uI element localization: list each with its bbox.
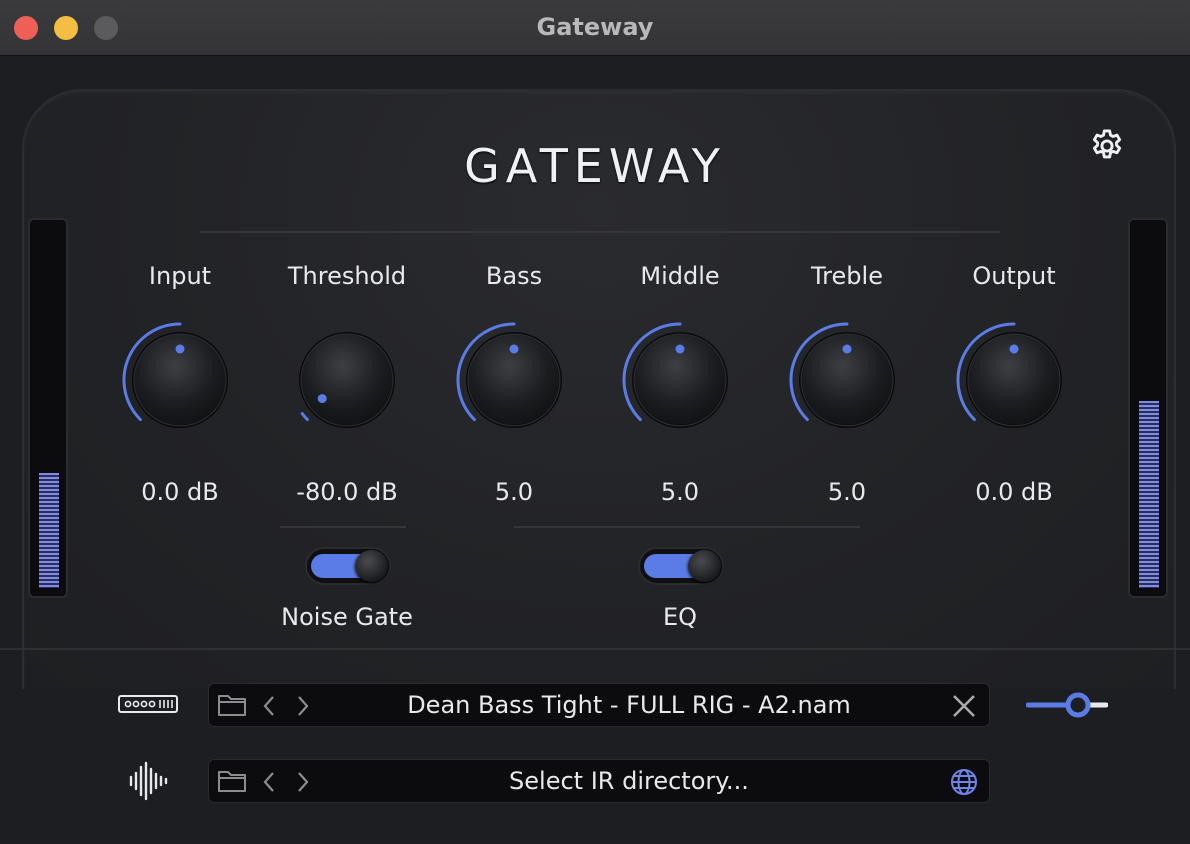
logo-divider [200,231,1000,233]
toggle-thumb [688,550,721,582]
title-bar: Gateway [0,0,1190,56]
input-knob[interactable] [120,320,240,440]
panel-divider [0,648,1190,650]
globe-icon[interactable] [949,767,979,797]
output-knob[interactable] [954,320,1074,440]
gear-icon[interactable] [1088,127,1126,165]
knob-label: Output [972,262,1056,290]
output-meter-fill [1139,401,1159,588]
knob-arc [300,412,309,422]
eq-label: EQ [662,603,698,631]
knob-indicator [509,344,519,354]
chevron-right-icon[interactable] [295,770,311,794]
knob-indicator [842,344,852,354]
knob-value: 5.0 [827,478,867,506]
knob-value: 5.0 [660,478,700,506]
threshold-knob[interactable] [287,320,407,440]
knob-group-input: Input 0.0 dB [97,262,263,512]
knob-label: Input [148,262,212,290]
knob-group-output: Output 0.0 dB [931,262,1097,512]
chevron-left-icon[interactable] [261,694,277,718]
knob-label: Treble [811,262,883,290]
plugin-body: GATEWAY Input 0.0 dB Threshold -80.0 dB … [0,57,1190,844]
amp-model-icon [118,695,178,713]
ir-file-row: Select IR directory... [208,759,990,803]
knob-group-treble: Treble 5.0 [764,262,930,512]
input-level-meter [28,218,68,598]
eq-section-divider [514,526,860,528]
close-icon[interactable] [949,691,979,721]
plugin-logo: GATEWAY [464,139,726,193]
knob-label: Middle [640,262,720,290]
knob-group-middle: Middle 5.0 [597,262,763,512]
folder-icon[interactable] [217,692,247,718]
output-level-meter [1128,218,1168,598]
bass-knob[interactable] [454,320,574,440]
knob-indicator [675,344,685,354]
knob-value: 0.0 dB [975,478,1053,506]
model-file-row: Dean Bass Tight - FULL RIG - A2.nam [208,683,990,727]
treble-knob[interactable] [787,320,907,440]
chevron-left-icon[interactable] [261,770,277,794]
noise-gate-label: Noise Gate [281,603,413,631]
knob-body [300,333,394,427]
toggle-thumb [355,550,388,582]
knob-value: -80.0 dB [296,478,398,506]
knob-value: 0.0 dB [141,478,219,506]
knob-label: Threshold [287,262,407,290]
chevron-right-icon[interactable] [295,694,311,718]
calibration-slider-icon[interactable] [1026,687,1108,723]
knob-group-threshold: Threshold -80.0 dB [264,262,430,512]
knob-group-bass: Bass 5.0 [431,262,597,512]
waveform-icon [129,761,168,801]
knob-indicator [1009,344,1019,354]
gate-section-divider [280,526,406,528]
input-meter-fill [39,473,59,588]
knob-label: Bass [485,262,543,290]
middle-knob[interactable] [620,320,740,440]
knob-indicator [317,394,327,404]
window-title: Gateway [536,13,654,41]
noise-gate-toggle[interactable] [305,547,391,585]
knob-value: 5.0 [494,478,534,506]
knob-indicator [175,344,185,354]
model-file-name[interactable]: Dean Bass Tight - FULL RIG - A2.nam [319,684,939,728]
eq-toggle[interactable] [638,547,724,585]
folder-icon[interactable] [217,768,247,794]
ir-file-name[interactable]: Select IR directory... [319,760,939,804]
